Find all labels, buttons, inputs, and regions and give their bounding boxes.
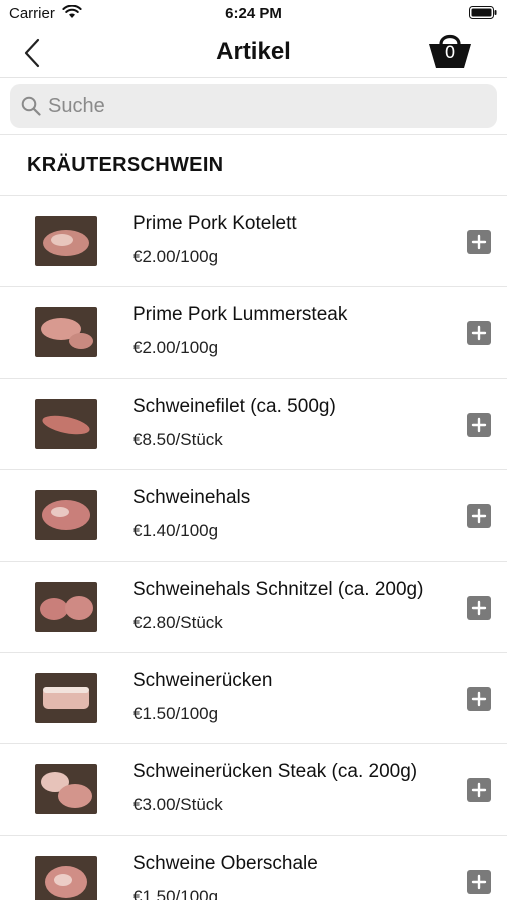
add-to-cart-button[interactable]: [467, 412, 491, 437]
add-to-cart-button[interactable]: [467, 230, 491, 254]
plus-icon: [471, 874, 487, 889]
search-bar: [10, 84, 497, 128]
chevron-left-icon: [24, 38, 40, 68]
section-header: KRÄUTERSCHWEIN: [0, 134, 507, 196]
section-title: KRÄUTERSCHWEIN: [27, 154, 224, 176]
product-price: €1.50/100g: [133, 703, 219, 723]
cart-button[interactable]: 0: [427, 30, 473, 72]
product-image: [35, 764, 97, 815]
plus-icon: [471, 691, 487, 707]
product-price: €2.00/100g: [133, 247, 219, 266]
plus-icon: [471, 326, 487, 341]
product-image: [35, 307, 97, 358]
product-name: Schweinerücken: [133, 669, 273, 691]
back-button[interactable]: [18, 36, 48, 70]
status-time: 6:24 PM: [225, 5, 282, 22]
product-price: €3.00/Stück: [133, 795, 223, 815]
add-to-cart-button[interactable]: [467, 321, 491, 346]
product-price: €2.80/Stück: [133, 612, 223, 632]
plus-icon: [471, 417, 487, 432]
add-to-cart-button[interactable]: [467, 869, 491, 894]
add-to-cart-button[interactable]: [467, 778, 491, 803]
navigation-bar: Artikel 0: [0, 30, 507, 78]
plus-icon: [471, 508, 487, 524]
product-price: €1.50/100g: [133, 886, 219, 900]
add-to-cart-button[interactable]: [467, 504, 491, 529]
product-name: Schweinehals: [133, 487, 251, 509]
product-row[interactable]: Schweine Oberschale €1.50/100g: [0, 836, 507, 900]
product-row[interactable]: Schweinehals Schnitzel (ca. 200g) €2.80/…: [0, 562, 507, 653]
product-price: €1.40/100g: [133, 521, 219, 541]
product-list: Prime Pork Kotelett €2.00/100g Prime Por…: [0, 196, 507, 900]
plus-icon: [471, 783, 487, 798]
product-image: [35, 490, 97, 541]
cart-count-badge: 0: [444, 43, 456, 63]
battery-icon: [469, 6, 497, 19]
search-icon: [21, 96, 41, 116]
product-row[interactable]: Schweinehals €1.40/100g: [0, 470, 507, 562]
product-name: Schweinehals Schnitzel (ca. 200g): [133, 578, 424, 600]
plus-icon: [471, 600, 487, 615]
product-row[interactable]: Schweinerücken Steak (ca. 200g) €3.00/St…: [0, 744, 507, 836]
product-row[interactable]: Schweinerücken €1.50/100g: [0, 653, 507, 745]
product-row[interactable]: Schweinefilet (ca. 500g) €8.50/Stück: [0, 379, 507, 471]
product-name: Prime Pork Kotelett: [133, 213, 297, 234]
product-name: Schweine Oberschale: [133, 852, 318, 874]
product-name: Schweinerücken Steak (ca. 200g): [133, 761, 418, 783]
product-name: Prime Pork Lummersteak: [133, 304, 348, 326]
product-image: [35, 216, 97, 266]
product-row[interactable]: Prime Pork Lummersteak €2.00/100g: [0, 287, 507, 379]
add-to-cart-button[interactable]: [467, 595, 491, 620]
search-input[interactable]: [48, 84, 488, 128]
product-image: [35, 672, 97, 723]
product-image: [35, 855, 97, 900]
product-price: €2.00/100g: [133, 338, 219, 358]
product-image: [35, 398, 97, 449]
product-name: Schweinefilet (ca. 500g): [133, 395, 336, 417]
plus-icon: [471, 234, 487, 250]
product-image: [35, 581, 97, 632]
status-bar: Carrier 6:24 PM: [0, 0, 507, 30]
add-to-cart-button[interactable]: [467, 686, 491, 711]
product-row[interactable]: Prime Pork Kotelett €2.00/100g: [0, 196, 507, 288]
product-price: €8.50/Stück: [133, 429, 223, 449]
